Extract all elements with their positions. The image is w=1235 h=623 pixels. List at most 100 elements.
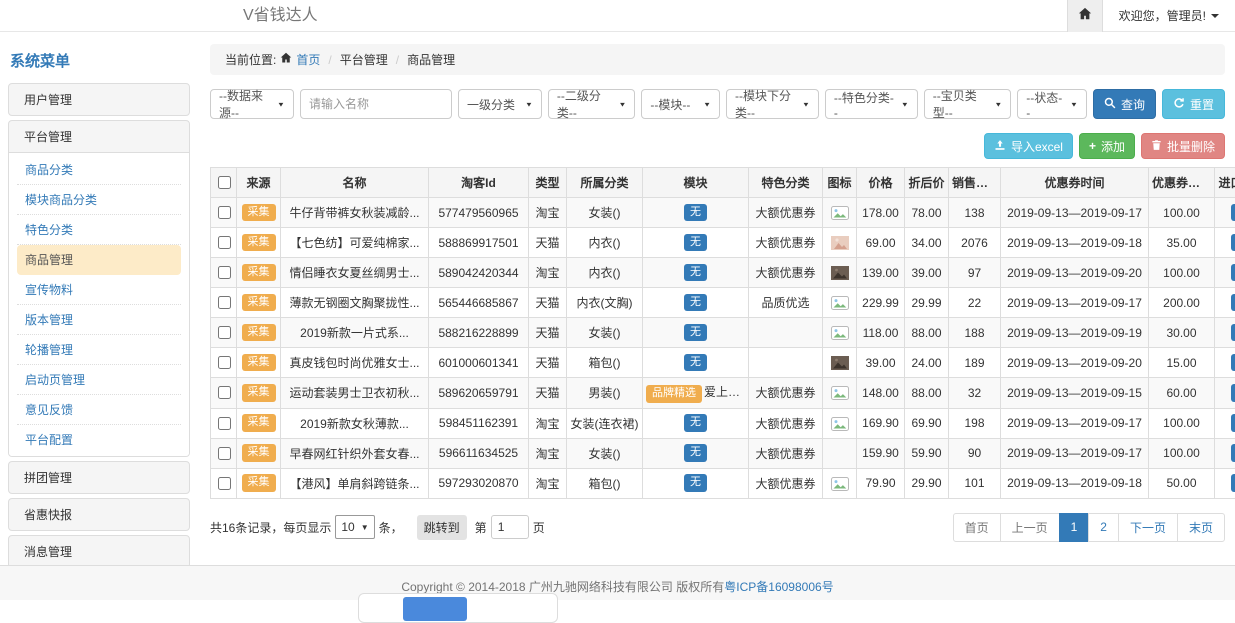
taoke-id: 601000601341 — [429, 348, 529, 378]
import-pick-toggle[interactable]: 否 — [1231, 354, 1235, 372]
search-button[interactable]: 查询 — [1093, 89, 1156, 119]
module-badge[interactable]: 无 — [684, 324, 707, 342]
page-number-input[interactable] — [491, 515, 529, 539]
reset-button[interactable]: 重置 — [1162, 89, 1225, 119]
name-search-input[interactable] — [300, 89, 452, 119]
price: 139.00 — [857, 258, 905, 288]
module-badge[interactable]: 无 — [684, 204, 707, 222]
add-button[interactable]: + 添加 — [1079, 133, 1135, 159]
import-pick-toggle[interactable]: 否 — [1231, 294, 1235, 312]
per-page-select[interactable]: 10 ▼ — [335, 515, 374, 539]
module-badge[interactable]: 无 — [684, 444, 707, 462]
sidebar-group-header[interactable]: 用户管理 — [9, 84, 189, 115]
sidebar-item[interactable]: 特色分类 — [17, 215, 181, 245]
import-pick-toggle[interactable]: 否 — [1231, 384, 1235, 402]
sidebar-group-header[interactable]: 省惠快报 — [9, 499, 189, 530]
import-pick-toggle[interactable]: 否 — [1231, 324, 1235, 342]
filter-select[interactable]: --二级分类--▼ — [548, 89, 636, 119]
bulk-delete-button[interactable]: 批量删除 — [1141, 133, 1225, 159]
filter-select[interactable]: --模块--▼ — [641, 89, 720, 119]
row-checkbox[interactable] — [218, 206, 231, 219]
taoke-id: 565446685867 — [429, 288, 529, 318]
filter-select[interactable]: 一级分类▼ — [458, 89, 542, 119]
import-pick-toggle[interactable]: 否 — [1231, 414, 1235, 432]
filter-select[interactable]: --特色分类--▼ — [825, 89, 918, 119]
sidebar-item[interactable]: 启动页管理 — [17, 365, 181, 395]
filter-select[interactable]: --宝贝类型--▼ — [924, 89, 1012, 119]
sidebar-item[interactable]: 商品管理 — [17, 245, 181, 275]
sidebar-item[interactable]: 平台配置 — [17, 425, 181, 454]
sidebar-item[interactable]: 商品分类 — [17, 155, 181, 185]
home-shortcut-button[interactable] — [1067, 0, 1103, 32]
product-type: 淘宝 — [529, 258, 567, 288]
table-row: 采集【港风】单肩斜跨链条...597293020870淘宝箱包()无大额优惠券7… — [211, 468, 1235, 498]
sidebar-group-header[interactable]: 平台管理 — [9, 121, 189, 152]
row-checkbox[interactable] — [218, 447, 231, 460]
select-all-checkbox[interactable] — [218, 176, 231, 189]
trash-icon — [1151, 139, 1162, 154]
source-badge: 采集 — [242, 204, 276, 222]
sidebar-group-header[interactable]: 拼团管理 — [9, 462, 189, 493]
row-checkbox[interactable] — [218, 296, 231, 309]
sidebar-item[interactable]: 版本管理 — [17, 305, 181, 335]
import-excel-button[interactable]: 导入excel — [984, 133, 1073, 159]
import-pick-toggle[interactable]: 否 — [1231, 264, 1235, 282]
module-badge[interactable]: 品牌精选 — [646, 385, 702, 403]
price: 159.90 — [857, 438, 905, 468]
module-badge[interactable]: 无 — [684, 264, 707, 282]
price: 69.00 — [857, 228, 905, 258]
user-menu[interactable]: 欢迎您，管理员! — [1103, 0, 1235, 32]
column-header: 来源 — [237, 168, 281, 198]
row-checkbox[interactable] — [218, 477, 231, 490]
jump-button[interactable]: 跳转到 — [417, 515, 467, 540]
row-checkbox[interactable] — [218, 417, 231, 430]
filter-select[interactable]: --模块下分类--▼ — [726, 89, 819, 119]
module-badge[interactable]: 无 — [684, 474, 707, 492]
sidebar-item[interactable]: 模块商品分类 — [17, 185, 181, 215]
column-header: 进口优选 — [1215, 168, 1235, 198]
page-button[interactable]: 下一页 — [1118, 513, 1178, 542]
feature-category: 大额优惠券 — [749, 258, 823, 288]
row-checkbox[interactable] — [218, 356, 231, 369]
page-button[interactable]: 末页 — [1177, 513, 1225, 542]
filter-select[interactable]: --状态--▼ — [1017, 89, 1087, 119]
clipped-widget-button[interactable] — [403, 597, 467, 621]
price: 169.90 — [857, 408, 905, 438]
module-badge[interactable]: 无 — [684, 354, 707, 372]
breadcrumb-prefix: 当前位置: — [225, 51, 276, 68]
filter-select[interactable]: --数据来源--▼ — [210, 89, 294, 119]
source-badge: 采集 — [242, 294, 276, 312]
icp-link[interactable]: 粤ICP备16098006号 — [724, 580, 833, 594]
import-pick-toggle[interactable]: 否 — [1231, 474, 1235, 492]
row-checkbox[interactable] — [218, 266, 231, 279]
page-button[interactable]: 首页 — [953, 513, 1001, 542]
row-checkbox[interactable] — [218, 386, 231, 399]
import-pick-toggle[interactable]: 否 — [1231, 444, 1235, 462]
import-pick-toggle[interactable]: 否 — [1231, 204, 1235, 222]
row-checkbox[interactable] — [218, 236, 231, 249]
module-badge[interactable]: 无 — [684, 414, 707, 432]
sidebar-group-header[interactable]: 消息管理 — [9, 536, 189, 565]
sidebar-item[interactable]: 意见反馈 — [17, 395, 181, 425]
sidebar-item[interactable]: 轮播管理 — [17, 335, 181, 365]
page-button[interactable]: 上一页 — [1000, 513, 1060, 542]
pager: 首页上一页12下一页末页 — [953, 513, 1225, 542]
module-badge[interactable]: 无 — [684, 234, 707, 252]
feature-category: 品质优选 — [749, 288, 823, 318]
page-button[interactable]: 1 — [1059, 513, 1090, 542]
sales-count: 97 — [949, 258, 1001, 288]
module-badge[interactable]: 无 — [684, 294, 707, 312]
table-row: 采集真皮钱包时尚优雅女士...601000601341天猫箱包()无39.002… — [211, 348, 1235, 378]
table-row: 采集早春网红针织外套女春...596611634525淘宝女装()无大额优惠券1… — [211, 438, 1235, 468]
import-pick-toggle[interactable]: 否 — [1231, 234, 1235, 252]
sales-count: 2076 — [949, 228, 1001, 258]
breadcrumb-home-link[interactable]: 首页 — [296, 51, 320, 68]
table-actions: 导入excel + 添加 批量删除 — [210, 133, 1225, 159]
sales-count: 101 — [949, 468, 1001, 498]
sidebar-item[interactable]: 宣传物料 — [17, 275, 181, 305]
filter-bar: --数据来源--▼ 一级分类▼--二级分类--▼--模块--▼--模块下分类--▼… — [210, 89, 1225, 119]
page-button[interactable]: 2 — [1088, 513, 1119, 542]
products-table-head: 来源名称淘客Id类型所属分类模块特色分类图标价格折后价销售数量优惠券时间优惠券金… — [211, 168, 1235, 198]
product-image-icon — [831, 325, 849, 339]
row-checkbox[interactable] — [218, 326, 231, 339]
